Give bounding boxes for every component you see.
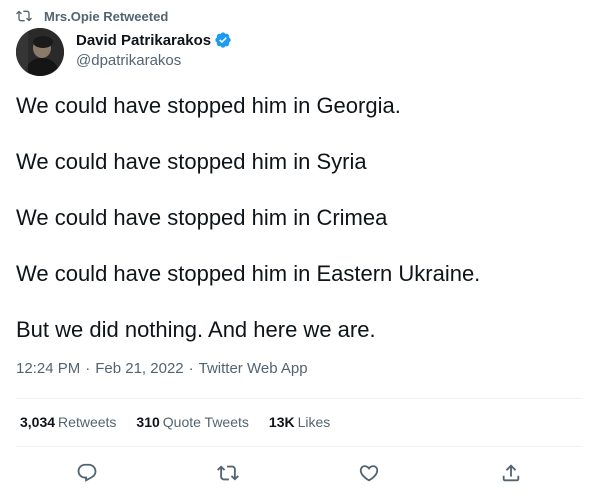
meta-separator: · bbox=[85, 360, 91, 377]
divider bbox=[16, 398, 582, 399]
tweet-line: But we did nothing. And here we are. bbox=[16, 317, 376, 342]
avatar-image bbox=[16, 28, 64, 76]
likes-label: Likes bbox=[297, 414, 331, 430]
engagement-stats: 3,034 Retweets 310 Quote Tweets 13K Likes bbox=[20, 414, 350, 430]
likes-stat[interactable]: 13K Likes bbox=[269, 414, 330, 430]
quote-tweets-label: Quote Tweets bbox=[162, 414, 249, 430]
retweet-icon bbox=[16, 10, 32, 22]
retweet-button[interactable] bbox=[217, 462, 239, 484]
author-handle[interactable]: @dpatrikarakos bbox=[76, 52, 181, 69]
action-bar bbox=[16, 458, 582, 490]
author-name-row[interactable]: David Patrikarakos bbox=[76, 31, 232, 49]
verified-badge-icon bbox=[215, 32, 231, 48]
tweet-time[interactable]: 12:24 PM bbox=[16, 360, 80, 377]
retweet-banner[interactable]: Mrs.Opie Retweeted bbox=[16, 7, 168, 25]
tweet-meta: 12:24 PM · Feb 21, 2022 · Twitter Web Ap… bbox=[16, 360, 308, 377]
tweet-text: We could have stopped him in Georgia. We… bbox=[16, 92, 582, 372]
author-name[interactable]: David Patrikarakos bbox=[76, 32, 211, 49]
reply-button[interactable] bbox=[76, 462, 98, 484]
avatar[interactable] bbox=[16, 28, 64, 76]
like-button[interactable] bbox=[358, 462, 380, 484]
share-icon bbox=[502, 464, 520, 482]
tweet-line: We could have stopped him in Eastern Ukr… bbox=[16, 261, 481, 286]
like-icon bbox=[359, 465, 379, 482]
reply-icon bbox=[77, 463, 97, 482]
meta-separator: · bbox=[188, 360, 194, 377]
tweet-line: We could have stopped him in Crimea bbox=[16, 205, 388, 230]
quote-tweets-count: 310 bbox=[136, 414, 160, 430]
tweet-line: We could have stopped him in Syria bbox=[16, 149, 367, 174]
retweets-stat[interactable]: 3,034 Retweets bbox=[20, 414, 116, 430]
retweet-icon bbox=[217, 465, 239, 481]
retweet-banner-text: Mrs.Opie Retweeted bbox=[44, 8, 169, 24]
retweets-label: Retweets bbox=[58, 414, 117, 430]
share-button[interactable] bbox=[500, 462, 522, 484]
tweet-line: We could have stopped him in Georgia. bbox=[16, 93, 401, 118]
tweet-source[interactable]: Twitter Web App bbox=[199, 360, 308, 377]
quote-tweets-stat[interactable]: 310 Quote Tweets bbox=[136, 414, 249, 430]
retweets-count: 3,034 bbox=[20, 414, 56, 430]
divider bbox=[16, 446, 582, 447]
likes-count: 13K bbox=[268, 414, 295, 430]
tweet-date[interactable]: Feb 21, 2022 bbox=[95, 360, 183, 377]
